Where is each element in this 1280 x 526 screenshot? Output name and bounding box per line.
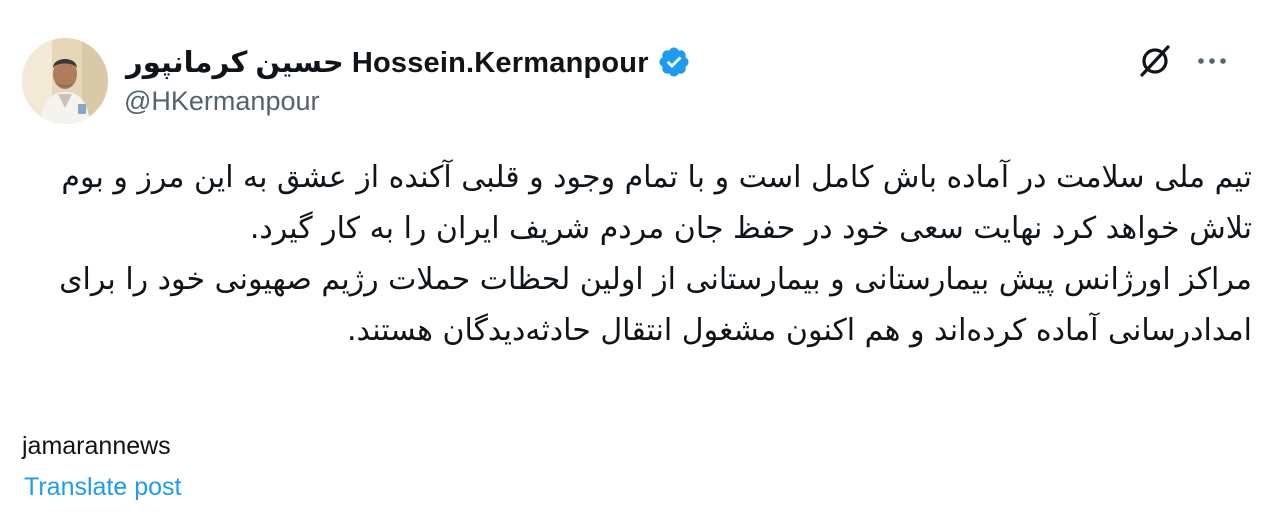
verified-badge-icon: [657, 45, 691, 79]
post-paragraph: تیم ملی سلامت در آماده باش کامل است و با…: [61, 160, 1252, 246]
author-display-name[interactable]: حسین کرمانپور Hossein.Kermanpour: [126, 45, 649, 80]
source-label: jamarannews: [22, 432, 171, 460]
avatar[interactable]: [22, 38, 108, 124]
more-options-icon[interactable]: [1192, 42, 1232, 78]
tweet-card: حسین کرمانپور Hossein.Kermanpour @HKerma…: [0, 0, 1280, 526]
author-name-row[interactable]: حسین کرمانپور Hossein.Kermanpour: [126, 42, 691, 82]
translate-post-link[interactable]: Translate post: [24, 473, 181, 502]
post-text: تیم ملی سلامت در آماده باش کامل است و با…: [22, 152, 1252, 356]
post-paragraph: مراکز اورژانس پیش بیمارستانی و بیمارستان…: [59, 262, 1252, 348]
author-handle[interactable]: @HKermanpour: [124, 86, 320, 117]
avatar-image: [22, 38, 108, 124]
grok-icon[interactable]: [1135, 40, 1175, 80]
